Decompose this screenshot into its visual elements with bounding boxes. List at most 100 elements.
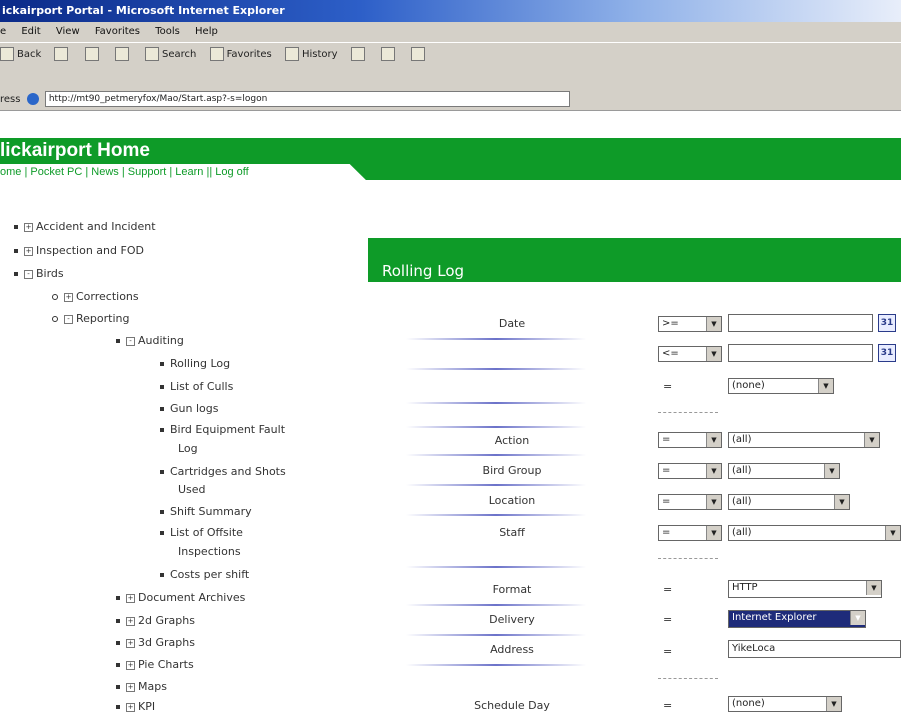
bullet-icon xyxy=(160,407,164,411)
delivery-address-input[interactable]: YikeLoca xyxy=(728,640,901,658)
bullet-icon xyxy=(14,225,18,229)
tree-item-reporting[interactable]: - Reporting xyxy=(52,312,129,326)
tree-item-costs-per-shift[interactable]: Costs per shift xyxy=(160,568,249,582)
tree-item-birds[interactable]: - Birds xyxy=(14,267,64,281)
nav-links[interactable]: ome | Pocket PC | News | Support | Learn… xyxy=(0,164,249,180)
staff-operator-select[interactable]: = ▼ xyxy=(658,525,722,541)
tree-item-gun-logs[interactable]: Gun logs xyxy=(160,402,218,416)
bird-group-select[interactable]: (all) ▼ xyxy=(728,463,840,479)
address-bar: ress http://mt90_petmeryfox/Mao/Start.as… xyxy=(0,90,901,111)
bullet-icon xyxy=(116,339,120,343)
bird-group-operator-select[interactable]: = ▼ xyxy=(658,463,722,479)
action-operator-select[interactable]: = ▼ xyxy=(658,432,722,448)
bullet-icon xyxy=(160,531,164,535)
bullet-icon xyxy=(116,596,120,600)
stop-button[interactable] xyxy=(54,43,71,67)
tree-item-2d-graphs[interactable]: +2d Graphs xyxy=(116,614,195,628)
home-icon xyxy=(114,47,129,61)
menu-file[interactable]: e xyxy=(0,22,6,42)
location-operator-select[interactable]: = ▼ xyxy=(658,494,722,510)
chevron-down-icon: ▼ xyxy=(706,347,721,361)
history-button[interactable]: History xyxy=(284,43,338,67)
refresh-button[interactable] xyxy=(84,43,102,67)
tree-item-cartridges[interactable]: Cartridges and Shots xyxy=(160,465,286,479)
chevron-down-icon: ▼ xyxy=(706,495,721,509)
tree-item-document-archives[interactable]: + Document Archives xyxy=(116,591,245,605)
action-select[interactable]: (all) ▼ xyxy=(728,432,880,448)
staff-select[interactable]: (all) ▼ xyxy=(728,525,901,541)
tree-item-list-of-culls[interactable]: List of Culls xyxy=(160,380,233,394)
favorites-button[interactable]: Favorites xyxy=(209,43,272,67)
tree-item-cartridges-cont[interactable]: Used xyxy=(178,483,206,497)
search-icon xyxy=(145,47,160,61)
tree-item-kpi[interactable]: + KPI xyxy=(116,700,155,714)
tree-item-maps[interactable]: + Maps xyxy=(116,680,167,694)
label-underline xyxy=(406,604,586,606)
tree-item-list-of-offsite-cont[interactable]: Inspections xyxy=(178,545,241,559)
expand-icon[interactable]: + xyxy=(126,616,135,626)
tree-item-shift-summary[interactable]: Shift Summary xyxy=(160,505,252,519)
location-select[interactable]: (all) ▼ xyxy=(728,494,850,510)
home-button[interactable] xyxy=(114,43,132,67)
calendar-icon[interactable]: 31 xyxy=(878,314,896,332)
calendar-icon[interactable]: 31 xyxy=(878,344,896,362)
schedule-day-select[interactable]: (none) ▼ xyxy=(728,696,842,712)
date-from-input[interactable] xyxy=(728,314,873,332)
expand-icon[interactable]: + xyxy=(126,638,135,648)
menu-tools[interactable]: Tools xyxy=(155,22,180,42)
menu-help[interactable]: Help xyxy=(195,22,218,42)
label-underline xyxy=(406,454,586,456)
delivery-select[interactable]: Internet Explorer ▼ xyxy=(728,610,866,628)
label-underline xyxy=(406,426,586,428)
tree-item-pie-charts[interactable]: + Pie Charts xyxy=(116,658,194,672)
menu-view[interactable]: View xyxy=(56,22,80,42)
bullet-icon xyxy=(160,510,164,514)
tree-item-rolling-log[interactable]: Rolling Log xyxy=(160,357,230,371)
tree-item-accident[interactable]: + Accident and Incident xyxy=(14,220,156,234)
format-select[interactable]: HTTP ▼ xyxy=(728,580,882,598)
ie-page-icon xyxy=(26,93,39,105)
expand-icon[interactable]: + xyxy=(126,682,135,692)
expand-icon[interactable]: + xyxy=(24,246,33,256)
print-button[interactable] xyxy=(380,43,398,67)
menu-favorites[interactable]: Favorites xyxy=(95,22,140,42)
mail-button[interactable] xyxy=(350,43,368,67)
window-titlebar[interactable]: ickairport Portal - Microsoft Internet E… xyxy=(0,0,901,22)
menu-edit[interactable]: Edit xyxy=(21,22,40,42)
expand-icon[interactable]: + xyxy=(126,660,135,670)
tree-item-bird-equipment-fault-cont[interactable]: Log xyxy=(178,442,198,456)
period-select[interactable]: (none) ▼ xyxy=(728,378,834,394)
chevron-down-icon: ▼ xyxy=(866,581,881,595)
favorites-icon xyxy=(209,47,224,61)
format-operator: = xyxy=(663,583,673,596)
expand-icon[interactable]: + xyxy=(126,702,135,712)
tree-item-corrections[interactable]: + Corrections xyxy=(52,290,139,304)
collapse-icon[interactable]: - xyxy=(24,269,33,279)
collapse-icon[interactable]: - xyxy=(126,336,135,346)
tree-item-auditing[interactable]: - Auditing xyxy=(116,334,184,348)
address-input[interactable]: http://mt90_petmeryfox/Mao/Start.asp?-s=… xyxy=(44,91,570,107)
chevron-down-icon: ▼ xyxy=(706,526,721,540)
edit-button[interactable] xyxy=(411,43,428,67)
bullet-icon xyxy=(116,663,120,667)
chevron-down-icon: ▼ xyxy=(850,611,865,625)
tree-item-list-of-offsite[interactable]: List of Offsite xyxy=(160,526,243,540)
tree-item-bird-equipment-fault[interactable]: Bird Equipment Fault xyxy=(160,423,285,437)
bullet-icon xyxy=(116,685,120,689)
date-from-operator-select[interactable]: >= ▼ xyxy=(658,316,722,332)
chevron-down-icon: ▼ xyxy=(706,317,721,331)
tree-item-inspection[interactable]: + Inspection and FOD xyxy=(14,244,144,258)
search-button[interactable]: Search xyxy=(145,43,196,67)
staff-label: Staff xyxy=(499,526,525,539)
back-button[interactable]: Back xyxy=(0,43,41,67)
expand-icon[interactable]: + xyxy=(126,593,135,603)
tree-item-3d-graphs[interactable]: +3d Graphs xyxy=(116,636,195,650)
toolbar: Back Search Favorites History xyxy=(0,42,901,68)
date-to-operator-select[interactable]: <= ▼ xyxy=(658,346,722,362)
bullet-icon xyxy=(160,573,164,577)
expand-icon[interactable]: + xyxy=(64,292,73,302)
expand-icon[interactable]: + xyxy=(24,222,33,232)
print-icon xyxy=(380,47,395,61)
date-to-input[interactable] xyxy=(728,344,873,362)
collapse-icon[interactable]: - xyxy=(64,314,73,324)
